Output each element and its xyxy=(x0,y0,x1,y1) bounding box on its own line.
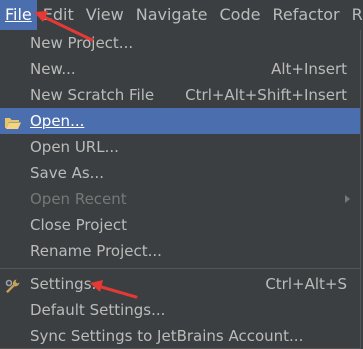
menu-item-open-recent: Open Recent xyxy=(0,186,360,212)
menu-item-label: Save As... xyxy=(30,164,104,182)
menu-item-close-project[interactable]: Close Project xyxy=(0,212,360,238)
submenu-arrow-icon xyxy=(345,195,350,203)
menu-code-label: Code xyxy=(219,5,261,24)
menu-item-save-as[interactable]: Save As... xyxy=(0,160,360,186)
menu-item-shortcut: Ctrl+Alt+Shift+Insert xyxy=(185,86,347,104)
menu-edit-label: Edit xyxy=(42,5,74,24)
menu-item-label: Open... xyxy=(30,112,85,130)
menu-item-shortcut: Ctrl+Alt+S xyxy=(265,275,347,293)
menu-refactor[interactable]: Refactor xyxy=(266,0,345,30)
menu-item-new-project[interactable]: New Project... xyxy=(0,30,360,56)
menu-navigate-label: Navigate xyxy=(135,5,208,24)
menu-file[interactable]: File xyxy=(0,0,37,30)
menu-item-open-url[interactable]: Open URL... xyxy=(0,134,360,160)
menu-file-label: File xyxy=(5,5,32,24)
menu-run-label: R xyxy=(351,5,363,24)
menu-view-label: View xyxy=(85,5,124,24)
menu-item-default-settings[interactable]: Default Settings... xyxy=(0,297,360,323)
menu-item-settings[interactable]: Settings... Ctrl+Alt+S xyxy=(0,271,360,297)
menu-refactor-label: Refactor xyxy=(272,5,340,24)
menu-item-label: New... xyxy=(30,60,76,78)
menu-item-label: Default Settings... xyxy=(30,301,166,319)
menu-bar: File Edit View Navigate Code Refactor R xyxy=(0,0,363,30)
menu-item-label: Rename Project... xyxy=(30,242,162,260)
menu-item-label: Settings... xyxy=(30,275,106,293)
menu-item-shortcut: Alt+Insert xyxy=(271,60,347,78)
file-menu-dropdown: New Project... New... Alt+Insert New Scr… xyxy=(0,30,361,349)
menu-item-label: Sync Settings to JetBrains Account... xyxy=(30,327,304,345)
menu-item-label: New Project... xyxy=(30,34,134,52)
menu-item-open[interactable]: Open... xyxy=(0,108,360,134)
menu-item-sync-settings[interactable]: Sync Settings to JetBrains Account... xyxy=(0,323,360,349)
menu-item-label: Open URL... xyxy=(30,138,119,156)
menu-run[interactable]: R xyxy=(346,0,363,30)
menu-view[interactable]: View xyxy=(80,0,130,30)
menu-item-new[interactable]: New... Alt+Insert xyxy=(0,56,360,82)
menu-item-label: Open Recent xyxy=(30,190,127,208)
menu-separator xyxy=(0,268,360,269)
menu-item-new-scratch-file[interactable]: New Scratch File Ctrl+Alt+Shift+Insert xyxy=(0,82,360,108)
menu-code[interactable]: Code xyxy=(214,0,267,30)
folder-open-icon xyxy=(4,113,22,129)
wrench-icon xyxy=(4,276,22,293)
menu-item-label: New Scratch File xyxy=(30,86,155,104)
menu-edit[interactable]: Edit xyxy=(37,0,80,30)
menu-item-label: Close Project xyxy=(30,216,127,234)
menu-item-rename-project[interactable]: Rename Project... xyxy=(0,238,360,264)
menu-navigate[interactable]: Navigate xyxy=(130,0,214,30)
